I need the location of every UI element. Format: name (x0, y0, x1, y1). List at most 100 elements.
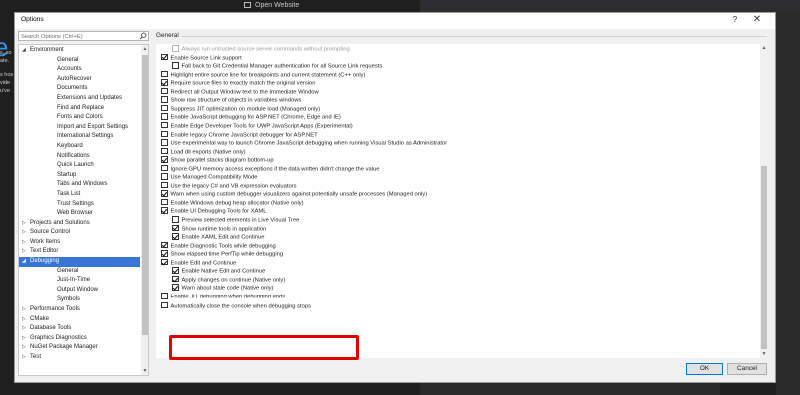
option-checkbox[interactable] (172, 224, 179, 232)
close-button[interactable]: ✕ (751, 14, 763, 25)
tree-item[interactable]: ▷ Work Items (19, 238, 140, 248)
tree-item[interactable]: Documents (19, 84, 140, 94)
option-checkbox[interactable] (172, 216, 179, 223)
option-checkbox[interactable] (161, 207, 168, 214)
search-input[interactable] (21, 33, 133, 40)
option-checkbox[interactable] (161, 53, 168, 61)
option-row[interactable]: Enable Native Edit and Continue (172, 267, 265, 275)
cancel-button[interactable]: Cancel (727, 363, 767, 375)
tree-item[interactable]: Trust Settings (19, 200, 140, 210)
expand-arrow-icon[interactable]: ▷ (22, 238, 26, 248)
option-checkbox[interactable] (161, 79, 168, 86)
option-row[interactable]: Enable UI Debugging Tools for XAML (161, 207, 266, 215)
tree-item[interactable]: ▷ Graphics Diagnostics (19, 334, 140, 344)
tree-item[interactable]: Task List (19, 190, 140, 200)
option-row[interactable]: Enable legacy Chrome JavaScript debugger… (161, 130, 318, 139)
tree-item[interactable]: ▷ Test (19, 353, 140, 363)
option-checkbox[interactable] (172, 62, 179, 69)
option-row[interactable]: Warn about stale code (Native only) (172, 284, 273, 292)
option-row[interactable]: Require source files to exactly match th… (161, 79, 316, 87)
option-checkbox[interactable] (161, 87, 168, 95)
option-checkbox[interactable] (161, 70, 168, 78)
expand-arrow-icon[interactable]: ▷ (22, 247, 26, 257)
tree-item[interactable]: ▷ NuGet Package Manager (19, 343, 140, 353)
option-checkbox[interactable] (161, 139, 168, 146)
option-row[interactable]: Apply changes on continue (Native only) (172, 275, 285, 284)
tree-item[interactable]: ▷ Text Editor (19, 247, 140, 257)
tree-item[interactable]: ▷ Database Tools (19, 324, 140, 334)
tree-item[interactable]: Keyboard (19, 142, 140, 152)
ok-button[interactable]: OK (686, 363, 723, 375)
option-checkbox[interactable] (161, 190, 168, 197)
option-checkbox[interactable] (161, 292, 168, 300)
option-checkbox[interactable] (172, 275, 179, 283)
tree-item[interactable]: Startup (19, 171, 140, 181)
option-row[interactable]: Show elapsed time PerfTip while debuggin… (161, 250, 283, 258)
scroll-down-arrow-icon[interactable]: ▼ (141, 368, 148, 374)
tree-item[interactable]: ▷ Source Control (19, 228, 140, 238)
option-row[interactable]: Use the legacy C# and VB expression eval… (161, 181, 297, 190)
option-row[interactable]: Show runtime tools in application (172, 224, 266, 233)
tree-item[interactable]: General (19, 267, 140, 277)
option-checkbox[interactable] (161, 113, 168, 120)
expand-arrow-icon[interactable]: ▷ (22, 324, 26, 334)
collapse-arrow-icon[interactable]: ◢ (22, 46, 26, 56)
scroll-up-arrow-icon[interactable]: ▲ (760, 45, 768, 51)
tree-item[interactable]: Tabs and Windows (19, 180, 140, 190)
option-checkbox[interactable] (161, 164, 168, 172)
option-checkbox[interactable] (161, 241, 168, 249)
tree-item[interactable]: Web Browser (19, 209, 140, 219)
expand-arrow-icon[interactable]: ▷ (22, 219, 26, 229)
option-checkbox[interactable] (172, 233, 179, 240)
option-row[interactable]: Redirect all Output Window text to the I… (161, 87, 319, 96)
option-row[interactable]: Fall back to Git Credential Manager auth… (172, 62, 382, 70)
option-row[interactable]: Enable XAML Edit and Continue (172, 233, 264, 241)
tree-item[interactable]: International Settings (19, 132, 140, 142)
expand-arrow-icon[interactable]: ▷ (22, 343, 26, 353)
option-row[interactable]: Ignore GPU memory access exceptions if t… (161, 164, 379, 173)
options-scrollbar[interactable]: ▲ ▼ (760, 44, 768, 358)
expand-arrow-icon[interactable]: ▷ (22, 315, 26, 325)
option-row[interactable]: Highlight entire source line for breakpo… (161, 70, 365, 79)
option-checkbox[interactable] (161, 250, 168, 257)
search-icon[interactable] (138, 32, 148, 40)
tree-item[interactable]: Accounts (19, 65, 140, 75)
tree-item[interactable]: Fonts and Colors (19, 113, 140, 123)
option-checkbox[interactable] (172, 267, 179, 274)
tree-item[interactable]: ▷ Projects and Solutions (19, 219, 140, 229)
help-button[interactable]: ? (730, 15, 740, 24)
option-row[interactable]: Warn when using custom debugger visualiz… (161, 190, 427, 198)
tree-item[interactable]: Notifications (19, 152, 140, 162)
tree-item[interactable]: Extensions and Updates (19, 94, 140, 104)
option-row[interactable]: Enable Diagnostic Tools while debugging (161, 241, 276, 250)
option-row[interactable]: Show raw structure of objects in variabl… (161, 96, 301, 104)
option-checkbox[interactable] (161, 198, 168, 206)
tree-item[interactable]: ◢ Debugging (19, 257, 140, 267)
collapse-arrow-icon[interactable]: ◢ (22, 257, 26, 267)
expand-arrow-icon[interactable]: ▷ (22, 334, 26, 344)
option-checkbox[interactable] (161, 96, 168, 103)
option-row[interactable]: Enable JavaScript debugging for ASP.NET … (161, 113, 341, 121)
option-row[interactable]: Use Managed Compatibility Mode (161, 173, 258, 181)
scroll-up-arrow-icon[interactable]: ▲ (141, 46, 148, 52)
option-row[interactable]: Show parallel stacks diagram bottom-up (161, 156, 274, 164)
option-row[interactable]: Preview selected elements in Live Visual… (172, 216, 299, 224)
option-row[interactable]: Enable Source Link support (161, 53, 242, 62)
option-row[interactable]: Enable Windows debug heap allocator (Nat… (161, 198, 304, 207)
tree-item[interactable]: Just-In-Time (19, 276, 140, 286)
option-checkbox[interactable] (161, 173, 168, 180)
option-row[interactable]: Suppress JIT optimization on module load… (161, 104, 320, 113)
tree-item[interactable]: ▷ Performance Tools (19, 305, 140, 315)
tree-item[interactable]: ▷ CMake (19, 315, 140, 325)
tree-item[interactable]: Import and Export Settings (19, 123, 140, 133)
tree-scroll-thumb[interactable] (142, 55, 148, 335)
tree-scrollbar[interactable]: ▲ ▼ (141, 45, 148, 375)
tree-item[interactable]: Output Window (19, 286, 140, 296)
tree-item[interactable]: Find and Replace (19, 104, 140, 114)
expand-arrow-icon[interactable]: ▷ (22, 305, 26, 315)
option-checkbox[interactable] (161, 130, 168, 137)
option-checkbox[interactable] (161, 104, 168, 112)
option-checkbox[interactable] (161, 258, 168, 266)
tree-item[interactable]: AutoRecover (19, 75, 140, 85)
option-checkbox[interactable] (161, 301, 168, 308)
